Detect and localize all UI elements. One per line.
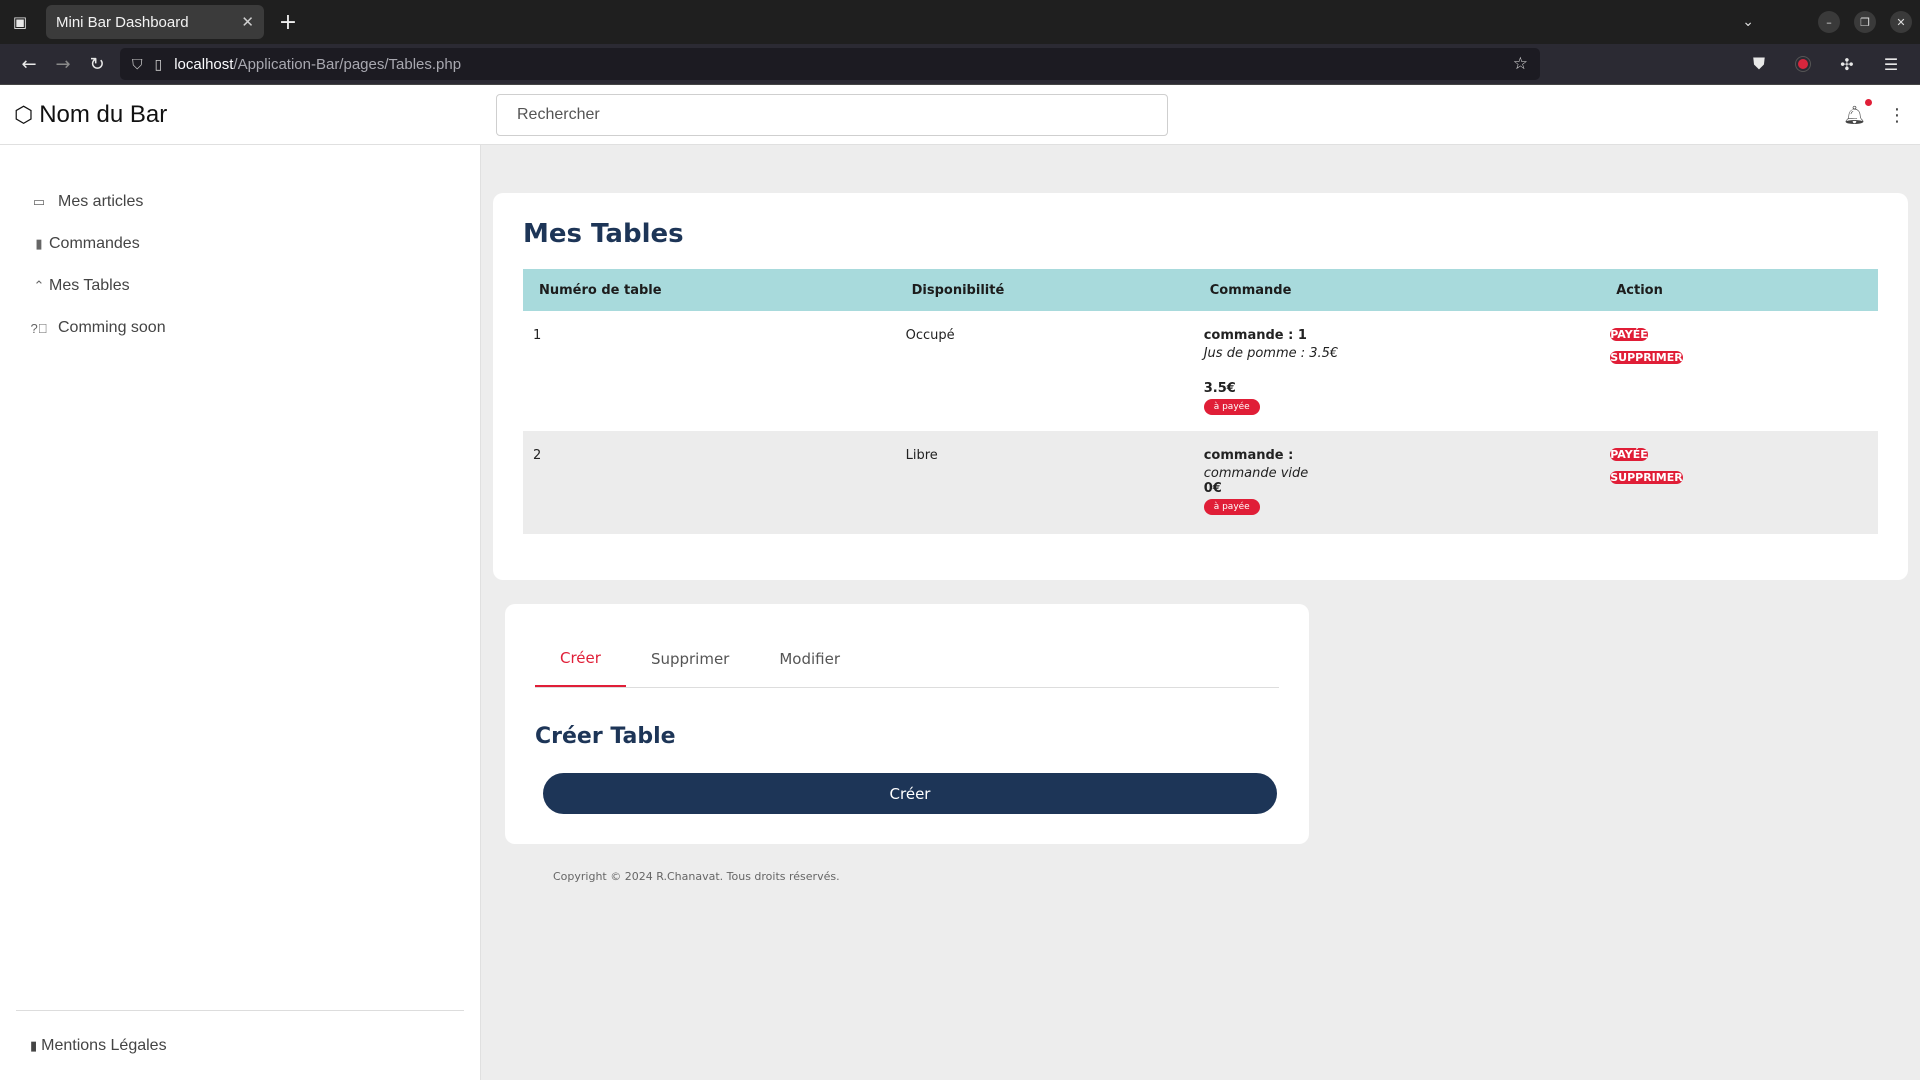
brand[interactable]: ⬡ Nom du Bar (0, 101, 496, 129)
order-items: commande vide (1203, 466, 1309, 481)
extension-avatar-icon[interactable] (1786, 47, 1820, 81)
create-table-button[interactable]: Créer (543, 773, 1277, 814)
book-icon: ▮ (30, 1037, 38, 1053)
column-header: Action (1600, 269, 1878, 311)
sidebar-item-label: Comming soon (58, 319, 166, 336)
table-number: 2 (533, 448, 542, 463)
notification-dot (1865, 98, 1872, 106)
brand-name: Nom du Bar (39, 100, 168, 128)
browser-tab-bar: ▣ Mini Bar Dashboard ✕ + ⌄ – ❐ ✕ (0, 0, 1920, 44)
tab-title: Mini Bar Dashboard (56, 13, 189, 31)
close-tab-icon[interactable]: ✕ (241, 13, 254, 31)
url-host: localhost (174, 55, 234, 73)
calendar-icon: ▭ (32, 194, 46, 209)
window-controls: ⌄ – ❐ ✕ (1742, 0, 1912, 44)
forward-arrow-icon[interactable]: → (46, 47, 80, 81)
order-total: 0€ (1203, 481, 1222, 496)
bookmark-star-icon[interactable]: ☆ (1513, 54, 1528, 74)
table-header-row: Numéro de table Disponibilité Commande A… (523, 269, 1878, 311)
sidebar-nav: ▭ Mes articles ▮ Commandes ⌃ Mes Tables … (0, 145, 480, 349)
page-title: Mes Tables (523, 219, 684, 249)
sidebar-item-mes-tables[interactable]: ⌃ Mes Tables (0, 265, 480, 307)
order-total: 3.5€ (1203, 381, 1236, 396)
table-row: 1 Occupé commande : 1 Jus de pomme : 3.5… (523, 311, 1878, 431)
column-header: Commande (1193, 269, 1601, 311)
extensions-puzzle-icon[interactable]: ✣ (1830, 47, 1864, 81)
tab-supprimer[interactable]: Supprimer (626, 630, 754, 687)
form-title: Créer Table (535, 724, 676, 749)
restore-button[interactable]: ❐ (1854, 11, 1876, 33)
mark-paid-button[interactable]: PAYÉE (1610, 448, 1648, 461)
sidebar-item-commandes[interactable]: ▮ Commandes (0, 223, 480, 265)
create-table-card: Créer Supprimer Modifier Créer Table Cré… (505, 604, 1309, 844)
page-icon: ▯ (154, 55, 163, 72)
form-tabs: Créer Supprimer Modifier (535, 630, 1279, 688)
table-row: 2 Libre commande : commande vide 0€ à pa… (523, 431, 1878, 534)
action-cell: PAYÉE SUPPRIMER (1600, 431, 1878, 534)
column-header: Numéro de table (523, 269, 896, 311)
payment-status-badge: à payée (1203, 399, 1260, 415)
minimize-button[interactable]: – (1818, 11, 1840, 33)
sidebar-item-label: Mes articles (58, 193, 144, 210)
sidebar-item-label: Mes Tables (49, 277, 130, 294)
menu-hamburger-icon[interactable]: ☰ (1874, 47, 1908, 81)
availability: Occupé (905, 328, 955, 343)
search-input[interactable] (496, 93, 1168, 136)
question-icon: ?⃝ (30, 320, 48, 336)
sidebar-item-comming-soon[interactable]: ?⃝ Comming soon (0, 307, 480, 349)
sidebar-item-mes-articles[interactable]: ▭ Mes articles (0, 181, 480, 223)
reload-icon[interactable]: ↻ (80, 47, 114, 81)
app-header: ⬡ Nom du Bar 🔔︎ ⋮ (0, 85, 1920, 145)
toolbar-icons: ⛊ ✣ ☰ (1742, 47, 1920, 81)
mark-paid-button[interactable]: PAYÉE (1610, 328, 1648, 341)
mentions-legales-label: Mentions Légales (41, 1036, 167, 1054)
app-layout: ▭ Mes articles ▮ Commandes ⌃ Mes Tables … (0, 145, 1920, 1080)
bell-icon[interactable]: 🔔︎ (1843, 98, 1872, 126)
browser-nav-bar: ← → ↻ ⛉ ▯ localhost/Application-Bar/page… (0, 44, 1920, 85)
order-items: Jus de pomme : 3.5€ (1203, 346, 1339, 361)
tables-card: Mes Tables Numéro de table Disponibilité… (493, 193, 1908, 580)
url-path: /Application-Bar/pages/Tables.php (233, 55, 462, 73)
tables-table: Numéro de table Disponibilité Commande A… (523, 269, 1878, 534)
column-header: Disponibilité (895, 269, 1194, 311)
action-cell: PAYÉE SUPPRIMER (1600, 311, 1878, 431)
tab-list-icon[interactable]: ▣ (0, 0, 40, 44)
box-icon: ⬡ (14, 101, 34, 127)
new-tab-button[interactable]: + (272, 6, 304, 38)
browser-tab[interactable]: Mini Bar Dashboard ✕ (46, 5, 264, 39)
order-title: commande : (1203, 448, 1294, 463)
shield-icon: ⛉ (132, 55, 143, 72)
main-content: Mes Tables Numéro de table Disponibilité… (481, 145, 1920, 1080)
sidebar-item-label: Commandes (49, 235, 140, 252)
delete-button[interactable]: SUPPRIMER (1610, 351, 1683, 364)
chevron-down-icon[interactable]: ⌄ (1742, 14, 1754, 30)
delete-button[interactable]: SUPPRIMER (1610, 471, 1683, 484)
clipboard-icon: ▮ (35, 236, 43, 251)
availability: Libre (905, 448, 938, 463)
payment-status-badge: à payée (1203, 499, 1260, 515)
pocket-icon[interactable]: ⛊ (1742, 47, 1776, 81)
tab-creer[interactable]: Créer (535, 630, 626, 687)
sidebar: ▭ Mes articles ▮ Commandes ⌃ Mes Tables … (0, 145, 481, 1080)
url-bar[interactable]: ⛉ ▯ localhost/Application-Bar/pages/Tabl… (120, 48, 1540, 80)
table-number: 1 (533, 328, 542, 343)
order-cell: commande : commande vide 0€ à payée (1194, 431, 1601, 534)
order-title: commande : 1 (1203, 328, 1307, 343)
back-arrow-icon[interactable]: ← (12, 47, 46, 81)
tab-modifier[interactable]: Modifier (754, 630, 865, 687)
copyright-text: Copyright © 2024 R.Chanavat. Tous droits… (553, 870, 840, 883)
chevrons-up-icon: ⌃ (33, 278, 45, 293)
kebab-menu-icon[interactable]: ⋮ (1888, 105, 1906, 126)
close-window-button[interactable]: ✕ (1890, 11, 1912, 33)
sidebar-footer-link[interactable]: ▮ Mentions Légales (16, 1010, 464, 1080)
header-actions: 🔔︎ ⋮ (1843, 85, 1906, 145)
order-cell: commande : 1 Jus de pomme : 3.5€ 3.5€ à … (1194, 311, 1601, 431)
